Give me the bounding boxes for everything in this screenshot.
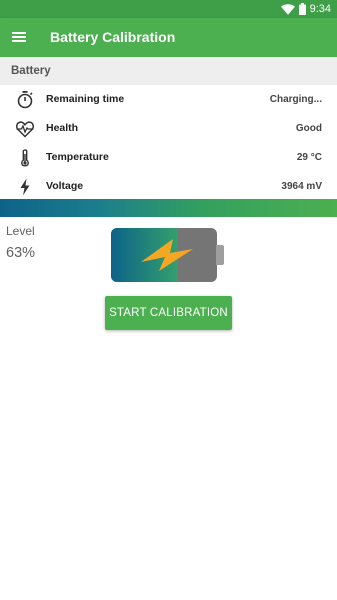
row-label: Temperature [46,151,109,163]
row-label: Health [46,122,79,134]
wifi-icon [280,3,295,15]
app-bar: Battery Calibration [0,18,337,57]
status-time: 9:34 [309,3,331,15]
lightning-bolt-icon [20,178,30,196]
row-value: Charging... [269,94,322,105]
info-row-voltage: Voltage 3964 mV [0,172,337,201]
row-label: Voltage [46,180,84,192]
row-value: 3964 mV [281,181,322,192]
level-label: Level [6,224,35,238]
app-title: Battery Calibration [50,29,176,45]
start-calibration-button[interactable]: START CALIBRATION [105,296,232,330]
status-icons: 9:34 [280,2,331,16]
row-label: Remaining time [46,93,125,105]
info-row-temperature: Temperature 29 °C [0,143,337,172]
heart-pulse-icon [16,121,34,138]
info-row-remaining-time: Remaining time Charging... [0,85,337,114]
row-value: 29 °C [296,152,322,163]
timer-icon [17,91,33,109]
row-value: Good [295,123,322,134]
hamburger-menu-icon[interactable] [10,28,28,46]
gradient-bar [0,199,337,217]
thermometer-icon [21,149,29,167]
battery-tip [216,245,224,265]
info-row-health: Health Good [0,114,337,143]
section-header: Battery [0,57,337,85]
battery-illustration [111,228,224,282]
section-title: Battery [11,65,51,77]
battery-status-icon [298,3,306,15]
level-value: 63% [6,245,36,261]
status-bar: 9:34 [0,0,337,18]
charging-bolt-icon [141,239,193,271]
